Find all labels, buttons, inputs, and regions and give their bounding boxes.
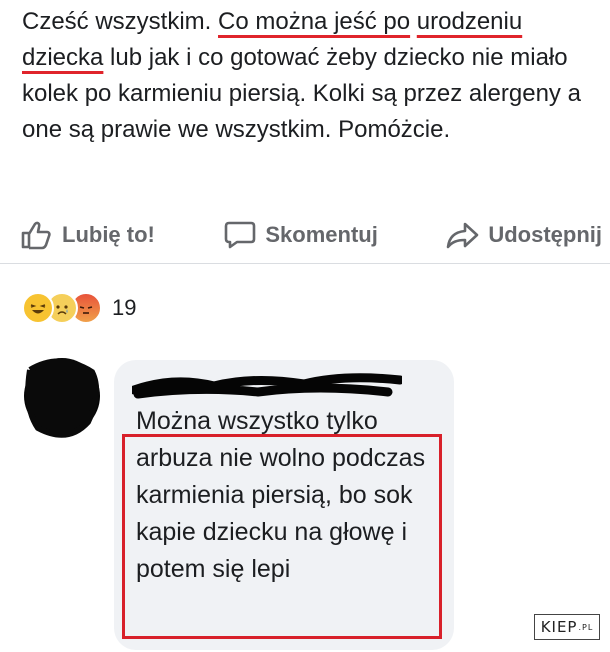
reactions-summary[interactable]: 19 [22, 292, 136, 324]
comment-bubble-icon [225, 221, 256, 248]
redacted-commenter-name [132, 373, 402, 399]
haha-icon [22, 292, 54, 324]
share-button[interactable]: Udostępnij [446, 220, 602, 250]
like-button[interactable]: Lubię to! [20, 220, 155, 250]
highlight-box [122, 434, 442, 639]
watermark-suffix: .PL [578, 622, 594, 632]
post-text-highlight-1: Co można jeść po [218, 8, 411, 35]
like-label: Lubię to! [62, 221, 155, 247]
avatar-redaction-scribble [25, 358, 100, 438]
post-text-rest: lub jak i co gotować żeby dziecko nie mi… [22, 44, 581, 143]
reaction-count: 19 [112, 295, 137, 320]
comment-label: Skomentuj [265, 221, 378, 247]
comment-button[interactable]: Skomentuj [223, 220, 378, 250]
thumbs-up-icon [21, 221, 51, 249]
post-action-bar: Lubię to! Skomentuj Udostępnij [0, 206, 610, 264]
post-text: Cześć wszystkim. Co można jeść po urodze… [22, 4, 597, 148]
post-text-intro: Cześć wszystkim. [22, 8, 219, 35]
share-label: Udostępnij [488, 221, 602, 247]
share-arrow-icon [447, 222, 479, 248]
watermark-text: KIEP [540, 618, 578, 636]
watermark: KIEP .PL [534, 614, 600, 640]
